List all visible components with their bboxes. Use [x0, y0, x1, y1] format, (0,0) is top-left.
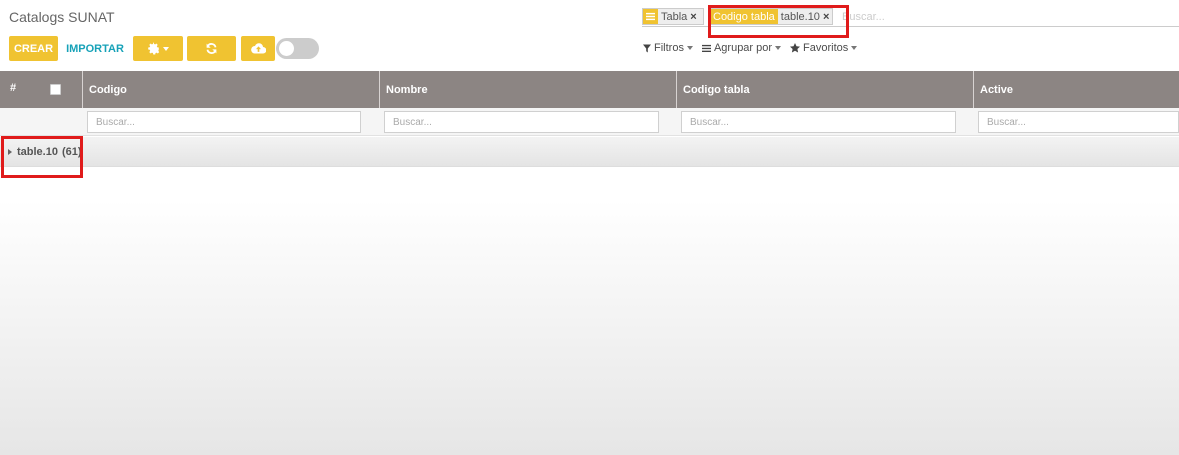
refresh-icon: [206, 43, 217, 54]
filter-input-codigo-tabla[interactable]: [681, 111, 956, 133]
table-header: # Codigo Nombre Codigo tabla Active: [0, 71, 1179, 108]
column-header-nombre[interactable]: Nombre: [379, 71, 676, 108]
cloud-upload-icon: [250, 43, 266, 54]
chevron-down-icon: [163, 46, 169, 51]
filter-icon: [643, 44, 651, 52]
chevron-down-icon: [775, 46, 782, 50]
refresh-button[interactable]: [187, 36, 236, 61]
column-header-hash: #: [10, 82, 17, 94]
highlight-annotation-group: [1, 136, 83, 178]
create-button[interactable]: CREAR: [9, 36, 58, 61]
filters-label: Filtros: [654, 42, 684, 54]
groupby-label: Agrupar por: [713, 42, 773, 54]
filter-input-active[interactable]: [978, 111, 1179, 133]
search-facet-tabla: Tabla ×: [642, 8, 704, 25]
filter-input-codigo[interactable]: [87, 111, 361, 133]
view-toggle[interactable]: [276, 38, 319, 59]
list-icon: [701, 44, 711, 52]
group-row[interactable]: table.10 (61): [0, 137, 1179, 167]
filter-input-nombre[interactable]: [384, 111, 659, 133]
chevron-down-icon: [686, 46, 693, 50]
filters-dropdown[interactable]: Filtros: [643, 41, 693, 55]
import-button[interactable]: IMPORTAR: [62, 36, 128, 61]
favorites-dropdown[interactable]: Favoritos: [790, 41, 858, 55]
search-options: Filtros Agrupar por Favoritos: [643, 41, 858, 55]
column-filter-row: [0, 108, 1179, 136]
select-all-cell: [28, 71, 83, 108]
upload-button[interactable]: [241, 36, 275, 61]
column-header-active[interactable]: Active: [973, 71, 1179, 108]
close-icon[interactable]: ×: [690, 11, 696, 23]
toggle-knob: [279, 41, 294, 56]
favorites-label: Favoritos: [803, 42, 849, 54]
column-header-codigo[interactable]: Codigo: [82, 71, 379, 108]
page-title: Catalogs SUNAT: [9, 9, 115, 25]
star-icon: [790, 43, 801, 53]
facet-value: Tabla: [661, 10, 688, 23]
column-header-codigo-tabla[interactable]: Codigo tabla: [676, 71, 973, 108]
facet-groupby-icon: [643, 9, 658, 24]
select-all-checkbox[interactable]: [50, 84, 61, 95]
actions-dropdown-button[interactable]: [133, 36, 183, 61]
highlight-annotation-facet: [708, 5, 849, 38]
chevron-down-icon: [851, 46, 858, 50]
search-input[interactable]: [842, 8, 1172, 25]
gear-icon: [148, 42, 160, 55]
groupby-dropdown[interactable]: Agrupar por: [701, 41, 782, 55]
